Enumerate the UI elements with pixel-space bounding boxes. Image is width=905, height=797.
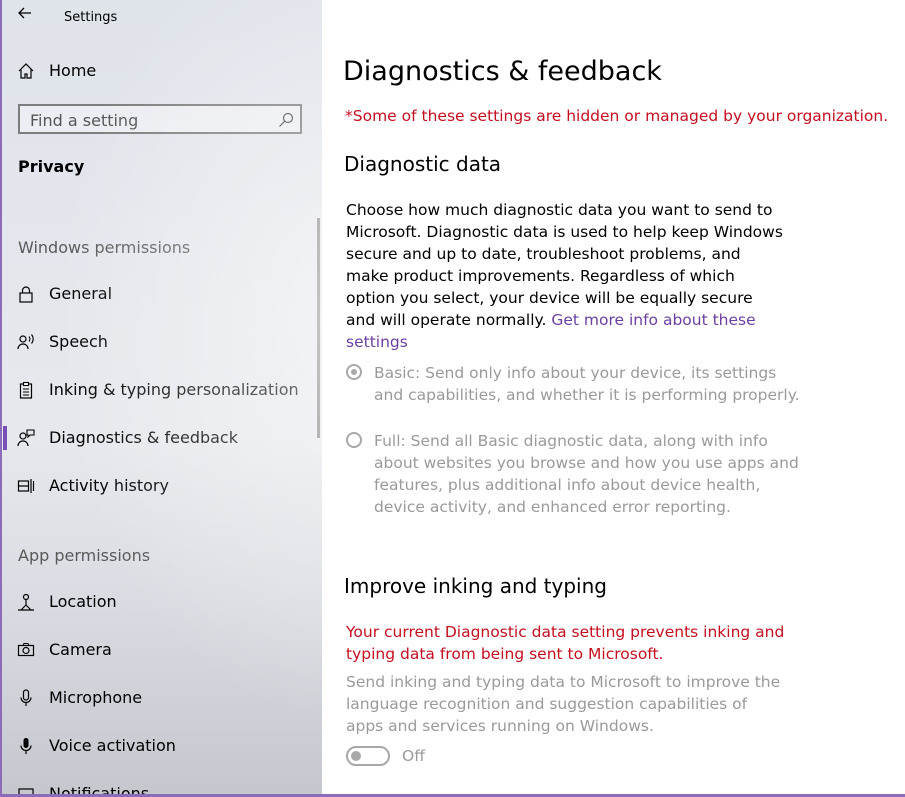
sidebar-item-label: General xyxy=(49,284,113,303)
speech-icon xyxy=(17,334,34,350)
search-input[interactable]: Find a setting xyxy=(18,104,302,134)
window-border xyxy=(0,0,2,797)
sidebar-item-label: Home xyxy=(49,61,97,80)
managed-warning: *Some of these settings are hidden or ma… xyxy=(345,107,889,125)
sidebar-item-activity-history[interactable]: Activity history xyxy=(0,466,322,506)
sidebar-item-microphone[interactable]: Microphone xyxy=(0,678,322,718)
sidebar-item-label: Microphone xyxy=(49,688,143,707)
voice-activation-icon xyxy=(20,738,32,754)
radio-basic-label: Basic: Send only info about your device,… xyxy=(374,364,800,404)
section-heading-diagnostic-data: Diagnostic data xyxy=(344,152,502,176)
sidebar-item-location[interactable]: Location xyxy=(0,582,322,622)
section-heading-inking: Improve inking and typing xyxy=(344,574,607,598)
search-icon[interactable] xyxy=(278,112,294,128)
timeline-icon xyxy=(17,479,35,493)
window-title: Settings xyxy=(64,10,118,25)
diagnostic-description: Choose how much diagnostic data you want… xyxy=(346,199,786,353)
sidebar-item-camera[interactable]: Camera xyxy=(0,630,322,670)
category-title: Privacy xyxy=(18,157,85,176)
sidebar-item-general[interactable]: General xyxy=(0,274,322,314)
radio-full-label: Full: Send all Basic diagnostic data, al… xyxy=(374,432,799,516)
location-person-icon xyxy=(18,593,34,611)
toggle-knob xyxy=(351,751,361,761)
camera-icon xyxy=(17,642,35,657)
microphone-icon xyxy=(20,689,32,706)
inking-description: Send inking and typing data to Microsoft… xyxy=(346,673,781,735)
inking-warning: Your current Diagnostic data setting pre… xyxy=(346,623,785,663)
sidebar-item-inking-typing[interactable]: Inking & typing personalization xyxy=(0,370,322,410)
radio-circle-selected[interactable] xyxy=(346,364,362,380)
sidebar-item-home[interactable]: Home xyxy=(0,51,322,91)
radio-circle[interactable] xyxy=(346,432,362,448)
sidebar-item-diagnostics-feedback[interactable]: Diagnostics & feedback xyxy=(0,418,322,458)
sidebar-scrollbar[interactable] xyxy=(317,218,320,438)
sidebar-item-voice-activation[interactable]: Voice activation xyxy=(0,726,322,766)
sidebar-item-speech[interactable]: Speech xyxy=(0,322,322,362)
sidebar-item-label: Camera xyxy=(49,640,112,659)
settings-window: Settings Home Find a setting Privacy Win… xyxy=(0,0,905,797)
search-placeholder: Find a setting xyxy=(30,111,139,130)
section-header-windows-permissions: Windows permissions xyxy=(18,238,191,257)
sidebar-item-label: Speech xyxy=(49,332,108,351)
sidebar-item-label: Diagnostics & feedback xyxy=(49,428,238,447)
sidebar: Settings Home Find a setting Privacy Win… xyxy=(0,0,322,797)
lock-icon xyxy=(19,286,33,303)
diagnostic-description-text: Choose how much diagnostic data you want… xyxy=(346,201,783,329)
clipboard-icon xyxy=(19,381,33,399)
section-header-app-permissions: App permissions xyxy=(18,546,151,565)
page-title: Diagnostics & feedback xyxy=(343,56,662,87)
sidebar-item-label: Location xyxy=(49,592,117,611)
main-content: Diagnostics & feedback *Some of these se… xyxy=(322,0,905,797)
home-icon xyxy=(18,63,34,79)
sidebar-item-label: Voice activation xyxy=(49,736,176,755)
inking-toggle-state: Off xyxy=(402,747,425,765)
title-bar: Settings xyxy=(0,0,322,36)
back-arrow-icon xyxy=(18,7,31,19)
sidebar-item-label: Inking & typing personalization xyxy=(49,380,299,399)
back-button[interactable] xyxy=(14,4,40,26)
inking-toggle[interactable] xyxy=(346,746,390,766)
sidebar-item-label: Activity history xyxy=(49,476,169,495)
feedback-person-icon xyxy=(17,429,35,447)
